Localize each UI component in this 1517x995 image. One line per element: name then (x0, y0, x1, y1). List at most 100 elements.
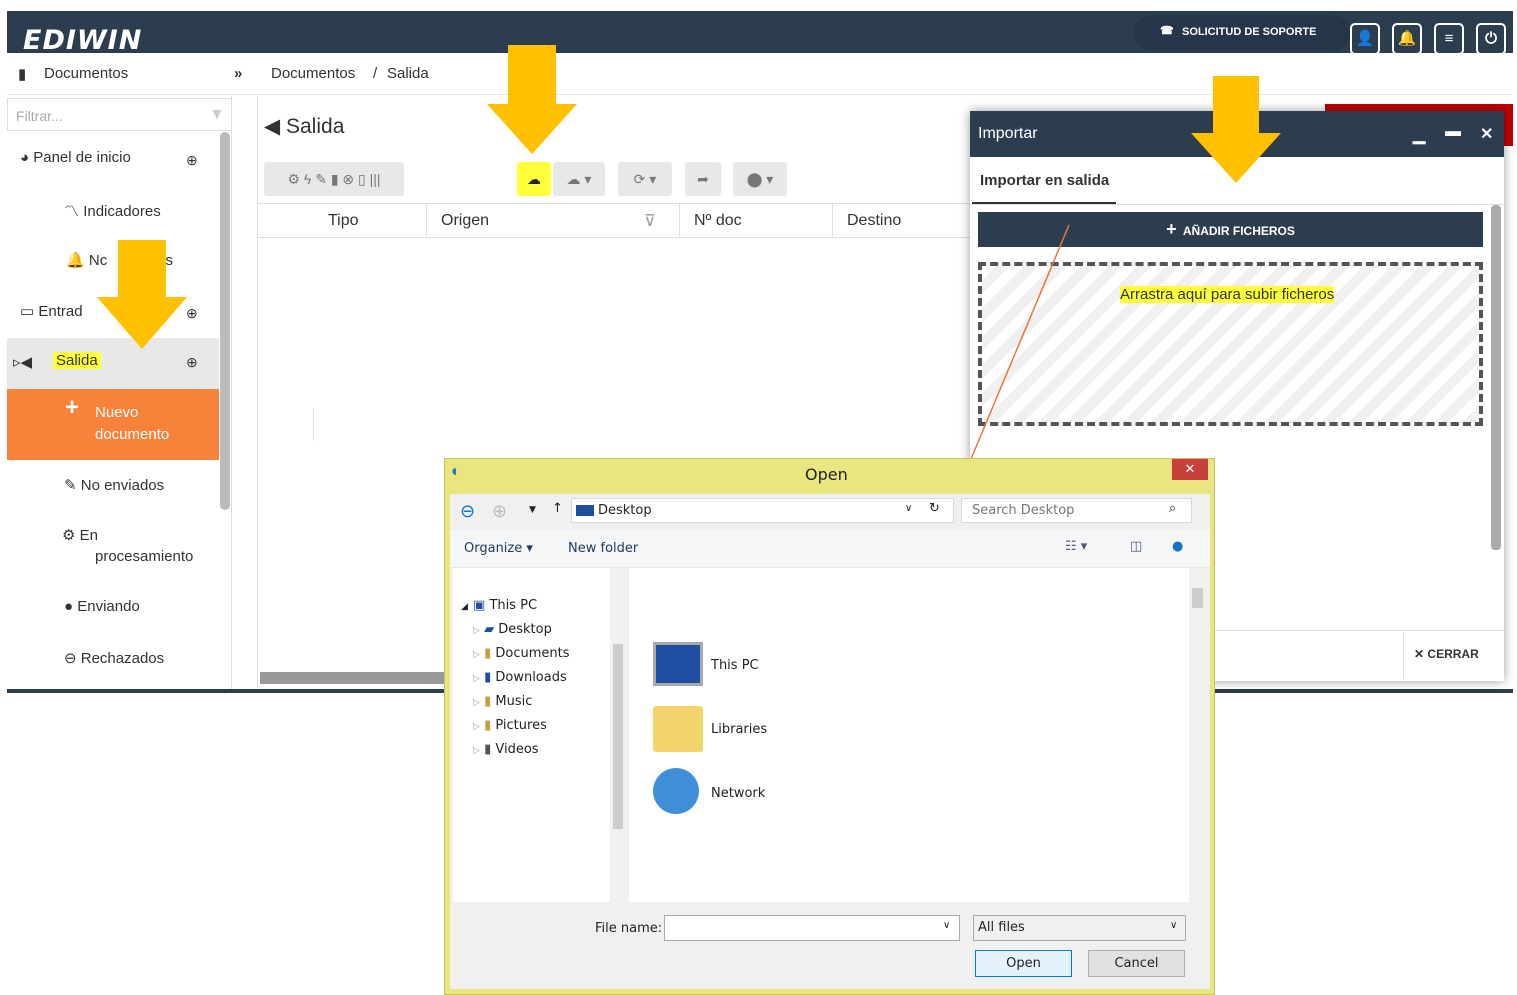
refresh-dropdown-button[interactable]: ⟳ ▾ (618, 162, 672, 196)
bell-icon[interactable]: 🔔 (1392, 23, 1422, 55)
open-button[interactable]: Open (975, 950, 1072, 977)
item-libraries[interactable]: Libraries (711, 722, 767, 737)
tab-importar-en-salida[interactable]: Importar en salida (980, 172, 1109, 189)
close-icon[interactable]: ✕ (1480, 124, 1493, 144)
libraries-icon (653, 706, 703, 752)
cloud-dropdown-button[interactable]: ☁ ▾ (553, 162, 605, 196)
address-bar[interactable]: Desktop (571, 498, 954, 523)
recent-dropdown-icon[interactable]: ▼ (529, 505, 536, 515)
file-name-label: File name: (595, 921, 663, 936)
document-icon: ▮ (18, 66, 27, 83)
toolbar-actions-group[interactable]: ⚙ ϟ ✎ ▮ ⊗ ▯ ||| (264, 162, 404, 196)
edge-icon: ◐ (451, 463, 461, 480)
this-pc-icon (653, 642, 703, 686)
expand-icon[interactable]: ⊕ (186, 354, 198, 371)
tree-pictures[interactable]: ▷ ▮ Pictures (473, 718, 547, 733)
horizontal-scrollbar[interactable] (260, 672, 450, 684)
plus-icon: + (1166, 219, 1177, 239)
command-bar: Organize ▾ New folder ☷ ▾ ◫ ● (450, 530, 1210, 568)
cancel-button[interactable]: Cancel (1088, 950, 1185, 977)
tree-scrollbar[interactable] (610, 568, 626, 902)
tag-dropdown-button[interactable]: ⬤ ▾ (733, 162, 787, 196)
select-column[interactable] (257, 408, 314, 441)
minus-circle-icon: ⊖ (64, 650, 77, 667)
funnel-icon[interactable]: ⊽ (644, 211, 656, 231)
tree-this-pc[interactable]: ▣ This PC (473, 598, 537, 613)
music-icon: ▮ (484, 694, 492, 709)
annotation-line (958, 224, 1070, 486)
column-origen[interactable]: Origen (427, 204, 680, 237)
maximize-icon[interactable]: ▬ (1445, 123, 1461, 141)
up-arrow-icon[interactable]: ↑ (552, 501, 563, 516)
breadcrumb-separator: / (373, 65, 378, 82)
list-scrollbar[interactable] (1189, 568, 1206, 902)
breadcrumb-documentos[interactable]: Documentos (271, 65, 355, 82)
sidebar-item-panel[interactable]: ◕ Panel de inicio (20, 149, 131, 166)
column-destino[interactable]: Destino (833, 204, 972, 237)
gears-icon: ⚙ (62, 527, 76, 544)
back-icon[interactable]: ⊖ (460, 501, 475, 522)
tree-downloads[interactable]: ▷ ▮ Downloads (473, 670, 567, 685)
close-icon: ✕ (1414, 647, 1425, 661)
chevron-down-icon[interactable]: ∨ (905, 503, 912, 514)
chevron-down-icon[interactable]: » (234, 65, 242, 82)
file-type-select[interactable]: All files ∨ (973, 915, 1186, 941)
sidebar-scrollbar[interactable] (220, 132, 230, 510)
minimize-icon[interactable]: ▁ (1413, 125, 1425, 145)
file-name-input[interactable]: ∨ (664, 915, 960, 941)
sidebar-item-rechazados[interactable]: ⊖ Rechazados (64, 649, 164, 667)
expand-icon[interactable]: ⊕ (186, 152, 198, 169)
dashboard-icon: ◕ (20, 149, 30, 166)
dialog-body: ⊖ ⊕ ▼ ↑ Desktop ∨ ↻ Search Desktop ⌕ Org… (450, 494, 1210, 989)
sidebar-item-no-enviados[interactable]: ✎ No enviados (64, 476, 164, 494)
item-network[interactable]: Network (711, 786, 765, 801)
column-ndoc[interactable]: Nº doc (680, 204, 833, 237)
forward-icon[interactable]: ➦ (685, 162, 721, 196)
collapse-arrow-icon[interactable]: ◢ (461, 602, 468, 612)
sidebar-item-entrada[interactable]: ▭ Entrad (20, 302, 83, 320)
support-icon: ☎ (1160, 25, 1174, 37)
user-icon[interactable]: 👤 (1350, 23, 1380, 55)
section-selector[interactable]: Documentos (44, 65, 128, 82)
search-input[interactable]: Search Desktop (961, 498, 1192, 523)
bell-icon: 🔔 (66, 252, 85, 269)
documents-icon: ▮ (484, 646, 492, 661)
power-icon[interactable]: ⏻ (1476, 23, 1506, 55)
top-bar: EDIWIN ☎ SOLICITUD DE SOPORTE 👤 🔔 ≡ ⏻ (7, 0, 1513, 56)
send-icon: ◀ (264, 115, 281, 138)
help-icon[interactable]: ● (1172, 539, 1183, 554)
tree-documents[interactable]: ▷ ▮ Documents (473, 646, 569, 661)
sidebar-item-en-procesamiento[interactable]: ⚙ En procesamiento (62, 526, 193, 565)
preview-pane-icon[interactable]: ◫ (1130, 539, 1142, 554)
close-button[interactable]: ✕ CERRAR (1403, 632, 1503, 678)
new-folder-button[interactable]: New folder (568, 541, 638, 556)
filter-input[interactable]: Filtrar... (7, 98, 232, 131)
new-document-button[interactable]: + Nuevo documento (7, 389, 219, 460)
desktop-icon: ▰ (484, 622, 495, 637)
tree-music[interactable]: ▷ ▮ Music (473, 694, 532, 709)
plus-icon: + (65, 394, 80, 421)
menu-icon[interactable]: ≡ (1434, 23, 1464, 55)
videos-icon: ▮ (484, 742, 492, 757)
item-this-pc[interactable]: This PC (711, 658, 759, 673)
sidebar-item-indicadores[interactable]: 〽 Indicadores (64, 200, 161, 221)
computer-icon: ▣ (473, 598, 486, 613)
upload-cloud-icon[interactable]: ☁ (517, 162, 551, 196)
filter-icon: ▼ (209, 106, 225, 123)
organize-button[interactable]: Organize ▾ (464, 541, 533, 556)
expand-icon[interactable]: ⊕ (186, 305, 198, 322)
refresh-icon[interactable]: ↻ (929, 501, 940, 516)
forward-icon[interactable]: ⊕ (492, 501, 507, 522)
support-request-button[interactable]: ☎ SOLICITUD DE SOPORTE (1134, 15, 1351, 51)
tree-desktop[interactable]: ▷ ▰ Desktop (473, 622, 552, 637)
column-tipo[interactable]: Tipo (314, 204, 427, 237)
sidebar-item-enviando[interactable]: ● Enviando (64, 598, 140, 615)
network-icon (653, 768, 699, 814)
modal-scrollbar[interactable] (1491, 205, 1501, 550)
search-icon: ⌕ (1169, 501, 1177, 516)
dialog-close-button[interactable]: ✕ (1172, 459, 1208, 480)
tree-videos[interactable]: ▷ ▮ Videos (473, 742, 539, 757)
clock-icon: ● (64, 598, 74, 615)
view-options-icon[interactable]: ☷ ▾ (1065, 539, 1087, 554)
sidebar: Filtrar... ▼ ◕ Panel de inicio ⊕ 〽 Indic… (7, 96, 232, 690)
